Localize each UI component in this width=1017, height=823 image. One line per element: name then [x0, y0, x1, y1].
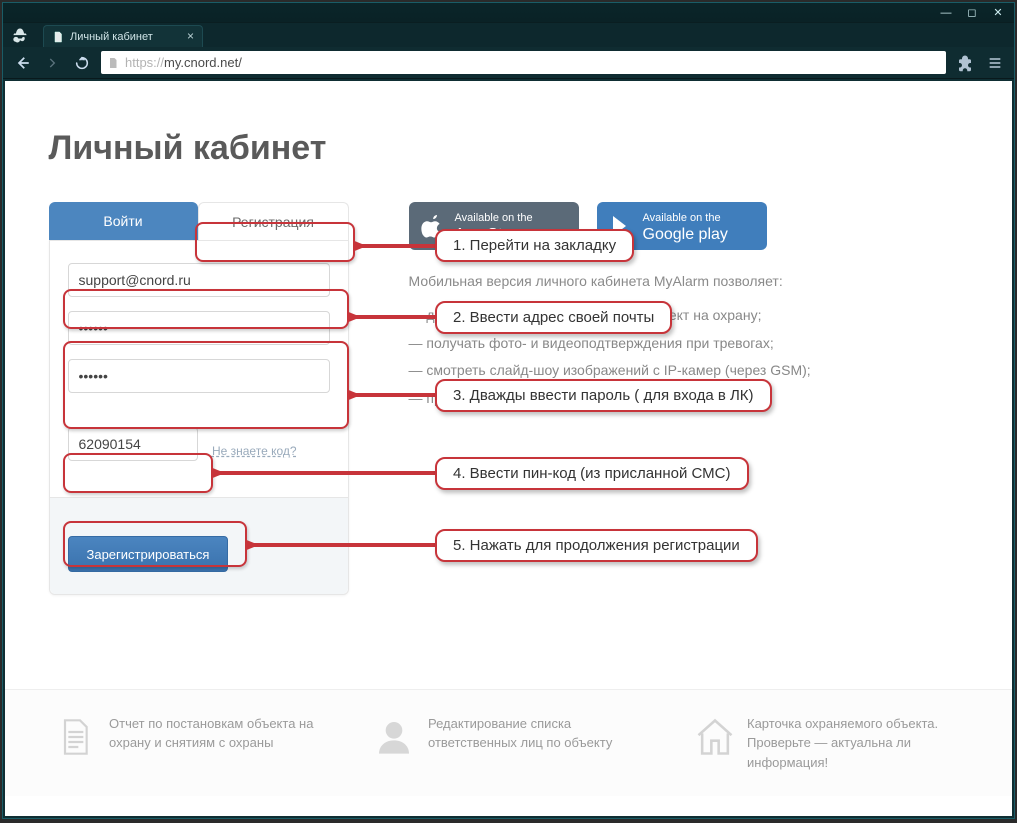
url-protocol: https://: [125, 55, 164, 70]
page-icon: [52, 31, 64, 43]
page: Личный кабинет Войти Регистрация: [5, 81, 1012, 816]
browser-tab-title: Личный кабинет: [70, 31, 153, 43]
tab-login[interactable]: Войти: [49, 202, 198, 240]
feature-users-text: Редактирование списка ответственных лиц …: [428, 714, 643, 773]
extension-icon[interactable]: [954, 52, 976, 74]
auth-form: Войти Регистрация Не зна: [49, 202, 349, 595]
address-bar[interactable]: https://my.cnord.net/: [101, 51, 946, 74]
browser-tab[interactable]: Личный кабинет ×: [43, 25, 203, 47]
googleplay-small-text: Available on the: [643, 212, 721, 224]
feature-object-text: Карточка охраняемого объекта. Проверьте …: [747, 714, 962, 773]
feature-object: Карточка охраняемого объекта. Проверьте …: [693, 714, 962, 773]
info-bullet-2: — получать фото- и видеоподтверждения пр…: [409, 332, 969, 356]
incognito-icon: [9, 25, 31, 47]
nav-reload-button[interactable]: [71, 52, 93, 74]
nav-back-button[interactable]: [11, 52, 33, 74]
nav-forward-button[interactable]: [41, 52, 63, 74]
tab-close-icon[interactable]: ×: [187, 29, 194, 43]
feature-report-text: Отчет по постановкам объекта на охрану и…: [109, 714, 324, 773]
browser-tabstrip: Личный кабинет ×: [3, 23, 1014, 47]
tab-register-label: Регистрация: [232, 214, 314, 230]
document-icon: [55, 714, 95, 760]
house-icon: [693, 714, 733, 760]
googleplay-big-text: Google play: [643, 227, 728, 243]
window-minimize-button[interactable]: —: [934, 5, 958, 21]
email-field[interactable]: [68, 263, 330, 297]
register-button-label: Зарегистрироваться: [87, 547, 210, 562]
password-field[interactable]: [68, 311, 330, 345]
viewport: Личный кабинет Войти Регистрация: [5, 81, 1012, 816]
person-icon: [374, 714, 414, 760]
window-maximize-button[interactable]: ◻: [960, 5, 984, 21]
password-confirm-field[interactable]: [68, 359, 330, 393]
url-host: my.cnord.net/: [164, 55, 242, 70]
page-title: Личный кабинет: [49, 129, 969, 168]
tab-login-label: Войти: [103, 213, 142, 229]
feature-users: Редактирование списка ответственных лиц …: [374, 714, 643, 773]
browser-menu-button[interactable]: [984, 52, 1006, 74]
know-code-link[interactable]: Не знаете код?: [212, 444, 297, 458]
callout-5: 5. Нажать для продолжения регистрации: [435, 529, 758, 562]
tab-register[interactable]: Регистрация: [198, 202, 349, 240]
pin-field[interactable]: [68, 427, 198, 461]
page-icon: [107, 57, 119, 69]
features-row: Отчет по постановкам объекта на охрану и…: [5, 689, 1012, 797]
callout-1: 1. Перейти на закладку: [435, 229, 634, 262]
register-button[interactable]: Зарегистрироваться: [68, 536, 229, 572]
browser-window: — ◻ ✕ Личный кабинет × https://my.cnord.…: [2, 2, 1015, 819]
browser-navbar: https://my.cnord.net/: [3, 47, 1014, 79]
window-close-button[interactable]: ✕: [986, 5, 1010, 21]
info-lead: Мобильная версия личного кабинета MyAlar…: [409, 270, 969, 294]
feature-report: Отчет по постановкам объекта на охрану и…: [55, 714, 324, 773]
callout-3: 3. Дважды ввести пароль ( для входа в ЛК…: [435, 379, 772, 412]
appstore-small-text: Available on the: [455, 212, 533, 224]
callout-2: 2. Ввести адрес своей почты: [435, 301, 672, 334]
window-titlebar: — ◻ ✕: [3, 3, 1014, 23]
callout-4: 4. Ввести пин-код (из присланной СМС): [435, 457, 749, 490]
